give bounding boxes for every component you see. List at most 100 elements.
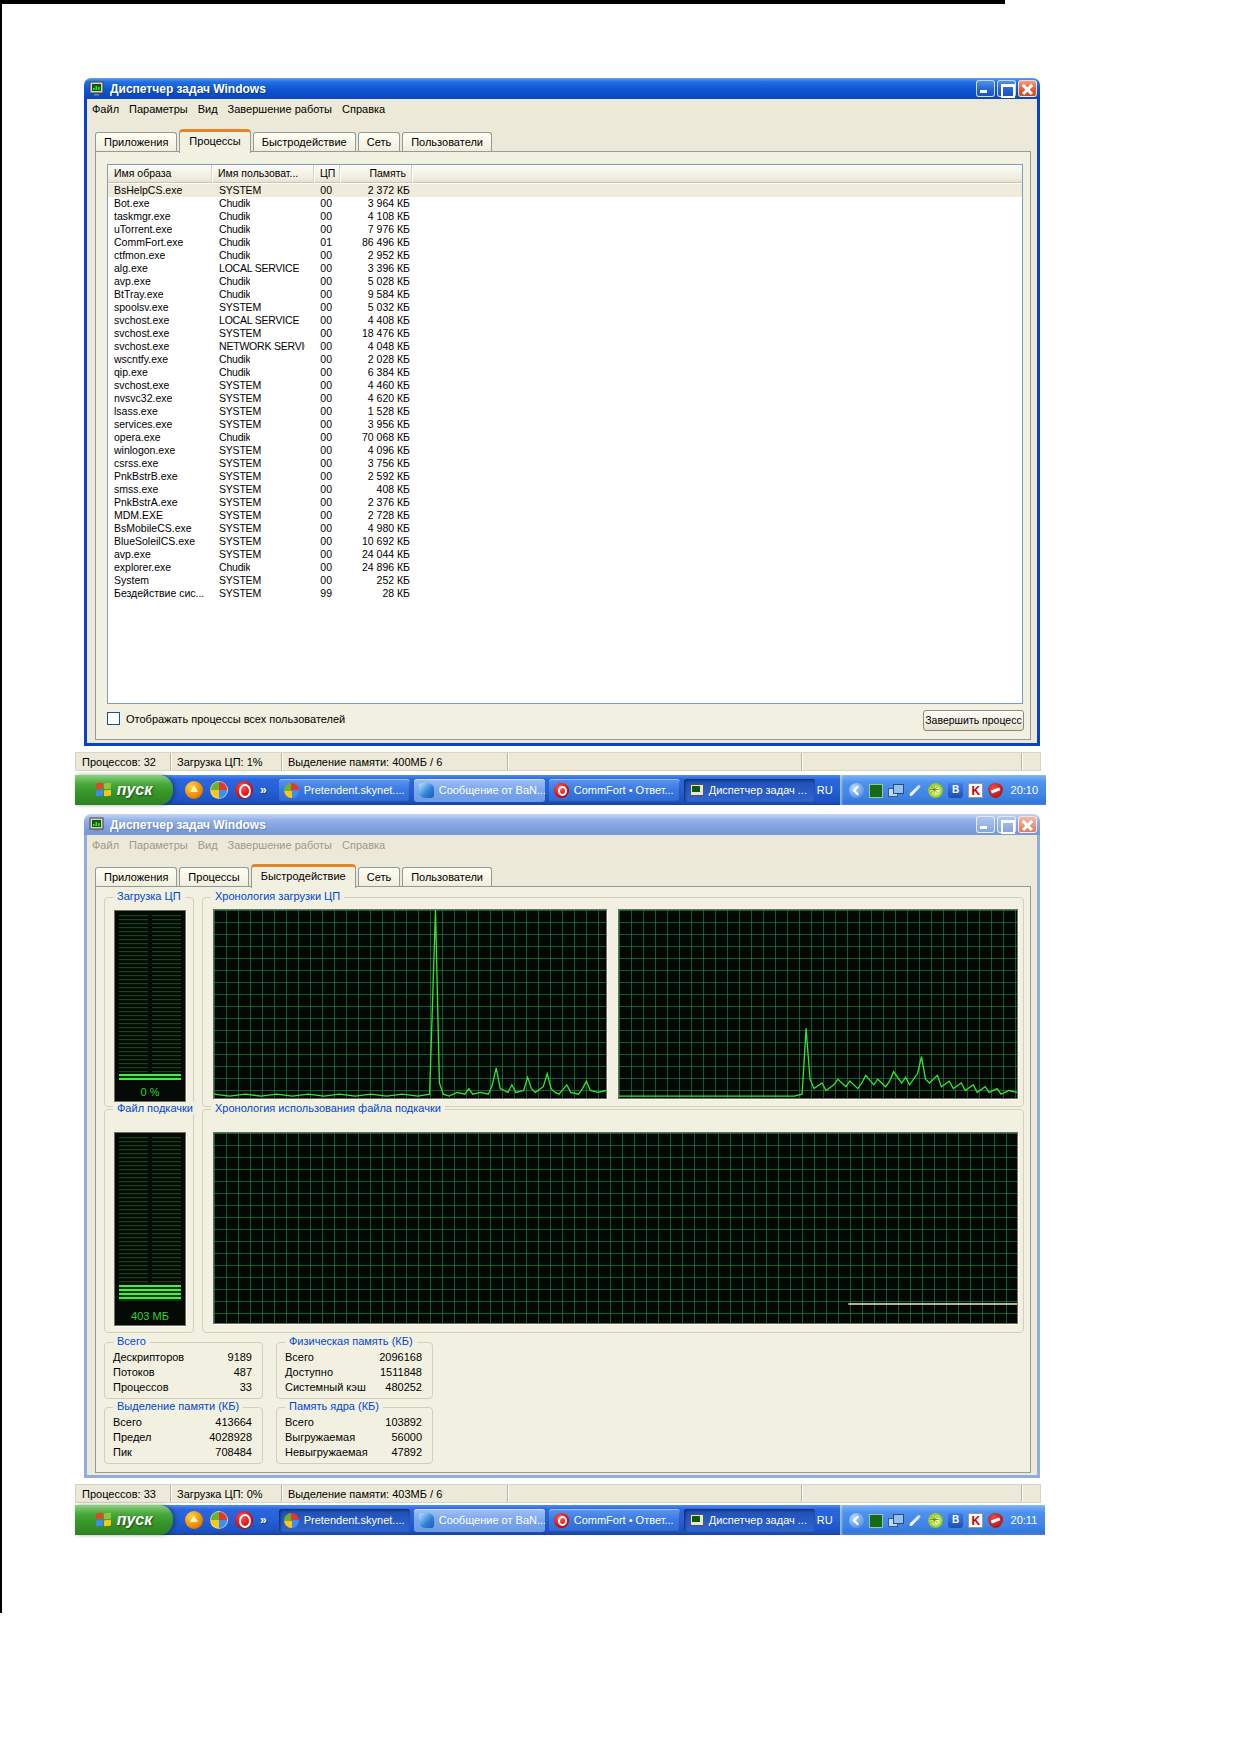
process-row[interactable]: wscntfy.exeChudik002 028 КБ (108, 353, 1022, 366)
process-row[interactable]: BsMobileCS.exeSYSTEM004 980 КБ (108, 522, 1022, 535)
tab-быстродействие[interactable]: Быстродействие (253, 132, 356, 152)
maximize-button[interactable] (997, 80, 1016, 97)
process-row[interactable]: uTorrent.exeChudik007 976 КБ (108, 223, 1022, 236)
tab-быстродействие[interactable]: Быстродействие (251, 864, 356, 888)
process-row[interactable]: PnkBstrB.exeSYSTEM002 592 КБ (108, 470, 1022, 483)
process-row[interactable]: avp.exeChudik005 028 КБ (108, 275, 1022, 288)
tray-shield-icon[interactable] (988, 1513, 1003, 1528)
taskbar-button-taskmgr[interactable]: Диспетчер задач ... (684, 779, 815, 802)
taskbar-button-commfort[interactable]: CommFort • Ответ... (549, 779, 680, 802)
tab-приложения[interactable]: Приложения (95, 867, 177, 887)
tray-network-icon[interactable] (888, 1513, 903, 1528)
tray-pen-icon[interactable] (908, 783, 923, 798)
process-row[interactable]: opera.exeChudik0070 068 КБ (108, 431, 1022, 444)
quicklaunch-opera-icon[interactable] (235, 781, 253, 799)
process-row[interactable]: BlueSoleilCS.exeSYSTEM0010 692 КБ (108, 535, 1022, 548)
taskbar-button-pinwheel[interactable]: Pretendent.skynet.... (279, 1509, 410, 1532)
menu-item-вид[interactable]: Вид (198, 839, 218, 851)
tray-flower-icon[interactable] (928, 1513, 943, 1528)
quicklaunch-orange-icon[interactable] (185, 1511, 203, 1529)
tab-пользователи[interactable]: Пользователи (402, 867, 492, 887)
process-row[interactable]: svchost.exeSYSTEM0018 476 КБ (108, 327, 1022, 340)
process-row[interactable]: ctfmon.exeChudik002 952 КБ (108, 249, 1022, 262)
start-button[interactable]: пуск (75, 1505, 173, 1535)
process-row[interactable]: CommFort.exeChudik0186 496 КБ (108, 236, 1022, 249)
quicklaunch-pinwheel-icon[interactable] (210, 781, 228, 799)
end-process-button[interactable]: Завершить процесс (923, 710, 1024, 731)
tab-сеть[interactable]: Сеть (358, 132, 400, 152)
tray-collapse-icon[interactable] (849, 1513, 864, 1528)
process-row[interactable]: PnkBstrA.exeSYSTEM002 376 КБ (108, 496, 1022, 509)
process-row[interactable]: taskmgr.exeChudik004 108 КБ (108, 210, 1022, 223)
taskbar-button-messenger[interactable]: Сообщение от BaN... (414, 779, 545, 802)
process-row[interactable]: winlogon.exeSYSTEM004 096 КБ (108, 444, 1022, 457)
quicklaunch-chevron[interactable]: » (260, 1513, 267, 1527)
process-row[interactable]: explorer.exeChudik0024 896 КБ (108, 561, 1022, 574)
quicklaunch-opera-icon[interactable] (235, 1511, 253, 1529)
quicklaunch-chevron[interactable]: » (260, 783, 267, 797)
process-row[interactable]: nvsvc32.exeSYSTEM004 620 КБ (108, 392, 1022, 405)
tray-bluetooth-icon[interactable] (948, 783, 963, 798)
tray-green-square-icon[interactable] (869, 1514, 883, 1528)
close-button[interactable] (1018, 80, 1037, 97)
close-button[interactable] (1018, 816, 1037, 833)
column-header-memory[interactable]: Память (340, 165, 412, 183)
process-row[interactable]: BsHelpCS.exeSYSTEM002 372 КБ (108, 184, 1022, 197)
process-row[interactable]: BtTray.exeChudik009 584 КБ (108, 288, 1022, 301)
tab-сеть[interactable]: Сеть (358, 867, 400, 887)
menu-item-параметры[interactable]: Параметры (129, 103, 188, 115)
process-row[interactable]: Бездействие сис...SYSTEM9928 КБ (108, 587, 1022, 600)
menu-item-файл[interactable]: Файл (92, 103, 119, 115)
process-row[interactable]: svchost.exeLOCAL SERVICE004 408 КБ (108, 314, 1022, 327)
menu-item-файл[interactable]: Файл (92, 839, 119, 851)
tab-пользователи[interactable]: Пользователи (402, 132, 492, 152)
tray-bluetooth-icon[interactable] (948, 1513, 963, 1528)
quicklaunch-orange-icon[interactable] (185, 781, 203, 799)
column-header-cpu[interactable]: ЦП (314, 165, 340, 183)
column-header-image-name[interactable]: Имя образа (108, 165, 212, 183)
start-button[interactable]: пуск (75, 775, 173, 805)
tray-pen-icon[interactable] (908, 1513, 923, 1528)
tray-kaspersky-icon[interactable] (968, 1513, 983, 1528)
process-row[interactable]: spoolsv.exeSYSTEM005 032 КБ (108, 301, 1022, 314)
window-titlebar[interactable]: Диспетчер задач Windows (84, 78, 1040, 99)
tab-процессы[interactable]: Процессы (179, 867, 248, 887)
tray-green-square-icon[interactable] (869, 784, 883, 798)
taskbar-button-pinwheel[interactable]: Pretendent.skynet.... (279, 779, 410, 802)
taskbar-button-commfort[interactable]: CommFort • Ответ... (549, 1509, 680, 1532)
process-row[interactable]: svchost.exeSYSTEM004 460 КБ (108, 379, 1022, 392)
process-row[interactable]: SystemSYSTEM00252 КБ (108, 574, 1022, 587)
minimize-button[interactable] (976, 816, 995, 833)
taskbar-button-messenger[interactable]: Сообщение от BaN... (414, 1509, 545, 1532)
process-row[interactable]: MDM.EXESYSTEM002 728 КБ (108, 509, 1022, 522)
process-row[interactable]: svchost.exeNETWORK SERVICE004 048 КБ (108, 340, 1022, 353)
process-row[interactable]: services.exeSYSTEM003 956 КБ (108, 418, 1022, 431)
quicklaunch-pinwheel-icon[interactable] (210, 1511, 228, 1529)
menu-item-вид[interactable]: Вид (198, 103, 218, 115)
menu-item-справка[interactable]: Справка (342, 103, 385, 115)
process-row[interactable]: avp.exeSYSTEM0024 044 КБ (108, 548, 1022, 561)
process-list[interactable]: Имя образа Имя пользоват... ЦП Память Bs… (107, 164, 1023, 704)
tray-network-icon[interactable] (888, 783, 903, 798)
menu-item-параметры[interactable]: Параметры (129, 839, 188, 851)
process-row[interactable]: smss.exeSYSTEM00408 КБ (108, 483, 1022, 496)
tab-процессы[interactable]: Процессы (179, 129, 250, 153)
tray-kaspersky-icon[interactable] (968, 783, 983, 798)
taskbar-button-taskmgr[interactable]: Диспетчер задач ... (684, 1509, 815, 1532)
tray-flower-icon[interactable] (928, 783, 943, 798)
tab-приложения[interactable]: Приложения (95, 132, 177, 152)
process-row[interactable]: alg.exeLOCAL SERVICE003 396 КБ (108, 262, 1022, 275)
process-row[interactable]: qip.exeChudik006 384 КБ (108, 366, 1022, 379)
menu-item-завершение-работы[interactable]: Завершение работы (228, 103, 332, 115)
minimize-button[interactable] (976, 80, 995, 97)
show-all-users-checkbox[interactable] (107, 712, 120, 725)
maximize-button[interactable] (997, 816, 1016, 833)
process-row[interactable]: Bot.exeChudik003 964 КБ (108, 197, 1022, 210)
language-indicator[interactable]: RU (815, 1514, 840, 1526)
process-row[interactable]: csrss.exeSYSTEM003 756 КБ (108, 457, 1022, 470)
tray-shield-icon[interactable] (988, 783, 1003, 798)
language-indicator[interactable]: RU (815, 784, 840, 796)
process-row[interactable]: lsass.exeSYSTEM001 528 КБ (108, 405, 1022, 418)
menu-item-справка[interactable]: Справка (342, 839, 385, 851)
tray-collapse-icon[interactable] (849, 783, 864, 798)
